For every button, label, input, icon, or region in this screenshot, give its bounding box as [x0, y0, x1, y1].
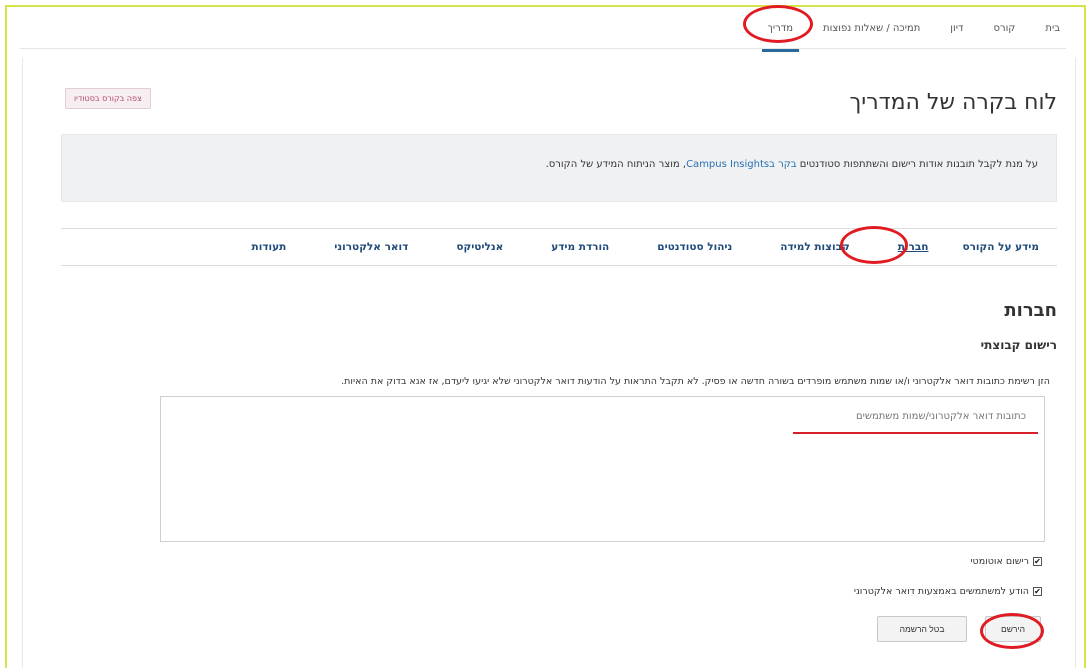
- tab-cohorts[interactable]: קבוצות למידה: [780, 241, 849, 253]
- nav-support-faq[interactable]: תמיכה / שאלות נפוצות: [821, 23, 922, 34]
- insights-text-after: , מוצר הניתוח המידע של הקורס.: [545, 159, 687, 170]
- nav-course[interactable]: קורס: [991, 23, 1017, 34]
- tab-course-info[interactable]: מידע על הקורס: [962, 241, 1039, 253]
- notify-label: הודע למשתמשים באמצעות דואר אלקטרוני: [853, 586, 1029, 597]
- nav-divider: [20, 48, 1066, 49]
- tab-email[interactable]: דואר אלקטרוני: [334, 241, 408, 253]
- tab-analytics[interactable]: אנליטיקס: [456, 241, 503, 253]
- course-nav: בית קורס דיון תמיכה / שאלות נפוצות מדריך: [761, 8, 1063, 52]
- insights-link[interactable]: בקר בCampus Insights: [686, 159, 797, 170]
- tab-student-admin[interactable]: ניהול סטודנטים: [657, 241, 732, 253]
- auto-enroll-label: רישום אוטומטי: [970, 556, 1029, 567]
- batch-enrollment-title: רישום קבוצתי: [980, 338, 1057, 352]
- nav-discussion[interactable]: דיון: [948, 23, 965, 34]
- dashboard-panel: לוח בקרה של המדריך צפה בקורס בסטודיו על …: [22, 58, 1076, 668]
- tab-membership[interactable]: חברות: [898, 241, 929, 253]
- view-in-studio-button[interactable]: צפה בקורס בסטודיו: [65, 88, 151, 109]
- insights-text-before: על מנת לקבל תובנות אודות רישום והשתתפות …: [796, 159, 1038, 170]
- identifiers-textarea[interactable]: [160, 396, 1045, 542]
- page-title: לוח בקרה של המדריך: [849, 90, 1057, 115]
- auto-enroll-checkbox[interactable]: ✔: [1033, 557, 1042, 566]
- section-title: חברות: [1004, 300, 1057, 321]
- tab-certificates[interactable]: תעודות: [252, 241, 287, 253]
- enrollment-instructions: הזן רשימת כתובות דואר אלקטרוני ו/או שמות…: [341, 376, 1050, 387]
- auto-enroll-checkbox-row[interactable]: ✔ רישום אוטומטי: [970, 556, 1042, 567]
- placeholder-underline-annotation: [793, 432, 1038, 434]
- notify-checkbox-row[interactable]: ✔ הודע למשתמשים באמצעות דואר אלקטרוני: [854, 586, 1042, 597]
- insights-banner: על מנת לקבל תובנות אודות רישום והשתתפות …: [61, 134, 1057, 202]
- dashboard-tabs: מידע על הקורס חברות קבוצות למידה ניהול ס…: [61, 228, 1057, 266]
- tab-data-download[interactable]: הורדת מידע: [551, 241, 609, 253]
- nav-instructor[interactable]: מדריך: [761, 23, 799, 52]
- notify-checkbox[interactable]: ✔: [1033, 587, 1042, 596]
- enroll-button[interactable]: הירשם: [985, 616, 1041, 642]
- unenroll-button[interactable]: בטל הרשמה: [877, 616, 967, 642]
- nav-home[interactable]: בית: [1043, 23, 1062, 34]
